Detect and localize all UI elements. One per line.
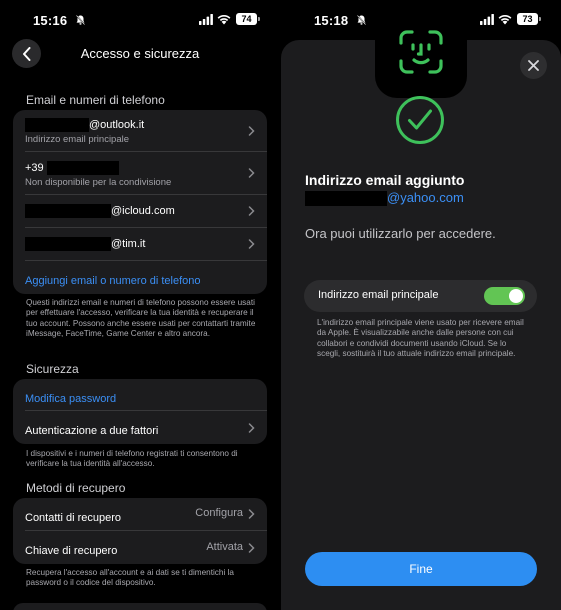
chevron-right-icon xyxy=(248,168,255,178)
change-password-link[interactable]: Modifica password xyxy=(25,379,267,411)
redacted-block xyxy=(25,237,111,251)
email-row-icloud[interactable]: @icloud.com xyxy=(25,195,267,228)
checkmark-circle-icon xyxy=(396,96,444,144)
email-row-outlook[interactable]: @outlook.it Indirizzo email principale xyxy=(25,110,267,152)
page-title: Accesso e sicurezza xyxy=(80,46,200,61)
two-factor-row[interactable]: Autenticazione a due fattori xyxy=(25,411,267,444)
added-email: @yahoo.com xyxy=(305,190,464,207)
phone-row[interactable]: +39 Non disponibile per la condivisione xyxy=(25,152,267,195)
recovery-key-value: Attivata xyxy=(206,540,243,553)
section-title-email: Email e numeri di telefono xyxy=(26,93,165,107)
security-card: Modifica password Autenticazione a due f… xyxy=(13,379,267,444)
redacted-block xyxy=(25,204,111,218)
next-card-partial xyxy=(13,603,267,610)
chevron-right-icon xyxy=(248,509,255,519)
section-title-recovery: Metodi di recupero xyxy=(26,481,126,495)
email-value: @icloud.com xyxy=(111,204,175,217)
chevron-right-icon xyxy=(248,206,255,216)
email-phone-card: @outlook.it Indirizzo email principale +… xyxy=(13,110,267,294)
chevron-right-icon xyxy=(248,239,255,249)
toggle-knob xyxy=(509,289,523,303)
close-button[interactable] xyxy=(520,52,547,79)
add-email-phone-link[interactable]: Aggiungi email o numero di telefono xyxy=(25,261,267,294)
battery-icon: 74 xyxy=(236,13,260,25)
status-time: 15:18 xyxy=(314,13,349,28)
bell-muted-icon xyxy=(357,15,366,25)
chevron-right-icon xyxy=(248,542,255,553)
recovery-card: Contatti di recupero Configura Chiave di… xyxy=(13,498,267,564)
recovery-key-row[interactable]: Chiave di recupero Attivata xyxy=(25,531,267,564)
confirmation-title: Indirizzo email aggiunto xyxy=(305,172,465,188)
wifi-icon xyxy=(217,14,231,25)
email-value: @tim.it xyxy=(111,237,146,250)
email-row-tim[interactable]: @tim.it xyxy=(25,228,267,261)
confirmation-description: Ora puoi utilizzarlo per accedere. xyxy=(305,226,496,241)
phone-value: +39 xyxy=(25,161,44,174)
status-time: 15:16 xyxy=(33,13,68,28)
done-button[interactable]: Fine xyxy=(305,552,537,586)
email-value: @outlook.it xyxy=(89,118,145,131)
section-title-security: Sicurezza xyxy=(26,362,79,376)
wifi-icon xyxy=(498,14,512,25)
redacted-block xyxy=(305,191,387,207)
recovery-contacts-value: Configura xyxy=(195,507,243,519)
status-bar: 15:16 74 xyxy=(0,0,280,40)
face-id-indicator xyxy=(375,6,467,98)
primary-email-toggle-row: Indirizzo email principale xyxy=(304,280,537,312)
email-footnote: Questi indirizzi email e numeri di telef… xyxy=(26,298,256,339)
face-id-icon xyxy=(399,30,443,74)
bell-muted-icon xyxy=(76,15,85,25)
security-footnote: I dispositivi e i numeri di telefono reg… xyxy=(26,449,238,469)
battery-icon: 73 xyxy=(517,13,541,25)
close-icon xyxy=(528,60,539,71)
recovery-footnote: Recupera l'accesso all'account e ai dati… xyxy=(26,568,234,588)
right-screen-email-added: 15:18 73 Indirizzo email aggiunto @yahoo… xyxy=(281,0,561,610)
primary-email-footnote: L'indirizzo email principale viene usato… xyxy=(317,318,524,359)
phone-subtitle: Non disponibile per la condivisione xyxy=(25,177,172,188)
redacted-block xyxy=(46,161,119,175)
primary-email-toggle[interactable] xyxy=(484,287,525,305)
toggle-label: Indirizzo email principale xyxy=(318,289,439,301)
chevron-right-icon xyxy=(248,422,255,433)
chevron-right-icon xyxy=(248,125,255,136)
cellular-signal-icon xyxy=(480,14,494,25)
recovery-contacts-row[interactable]: Contatti di recupero Configura xyxy=(25,498,267,531)
left-screen-security-settings: 15:16 74 Accesso e sicurezza Email e num… xyxy=(0,0,280,610)
redacted-block xyxy=(25,118,89,132)
email-subtitle: Indirizzo email principale xyxy=(25,134,130,145)
cellular-signal-icon xyxy=(199,14,213,25)
